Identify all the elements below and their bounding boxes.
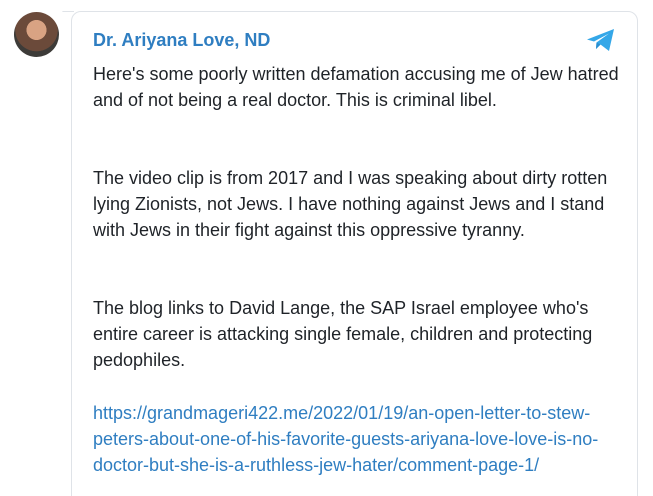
author-avatar[interactable]	[14, 12, 59, 57]
message-link[interactable]: https://grandmageri422.me/2022/01/19/an-…	[93, 400, 628, 478]
telegram-icon[interactable]	[585, 27, 617, 53]
message-paragraph-3: The blog links to David Lange, the SAP I…	[93, 298, 593, 370]
author-name[interactable]: Dr. Ariyana Love, ND	[93, 29, 270, 51]
telegram-post: Dr. Ariyana Love, ND Here's some poorly …	[0, 0, 653, 496]
message-paragraph-2: The video clip is from 2017 and I was sp…	[93, 168, 608, 240]
message-paragraph-1: Here's some poorly written defamation ac…	[93, 64, 619, 110]
